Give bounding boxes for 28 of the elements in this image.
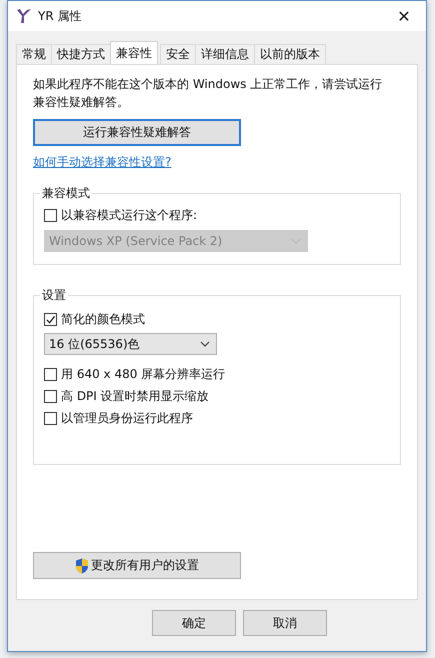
dialog-button[interactable]: 确定 [152,610,236,636]
help-link[interactable]: 如何手动选择兼容性设置? [33,154,172,171]
checkbox-label[interactable]: 用 640 x 480 屏幕分辨率运行 [61,366,226,382]
group-title: 兼容模式 [41,185,91,202]
checkbox[interactable] [44,412,57,424]
troubleshoot-button[interactable]: 运行兼容性疑难解答 [33,119,241,146]
description-text: 如果此程序不能在这个版本的 Windows 上正常工作，请尝试运行兼容性疑难解答。 [33,76,384,111]
tab[interactable]: 以前的版本 [254,44,326,64]
app-icon [16,8,32,24]
checkbox-label[interactable]: 简化的颜色模式 [61,310,145,328]
dialog-button[interactable]: 取消 [243,610,327,636]
group-title: 设置 [41,287,67,304]
tab[interactable]: 常规 [16,44,52,64]
checkbox[interactable] [44,368,57,380]
checkbox[interactable] [44,312,57,326]
window-title: YR 属性 [38,8,82,24]
shield-icon [75,558,89,574]
tab[interactable]: 兼容性 [110,41,158,64]
chevron-down-icon [200,341,210,347]
close-button[interactable]: ✕ [382,1,426,31]
checkbox[interactable] [44,390,57,402]
checkbox[interactable] [44,208,57,222]
checkbox-label[interactable]: 以管理员身份运行此程序 [61,410,193,426]
checkbox-label[interactable]: 以兼容模式运行这个程序: [61,206,198,224]
change-all-users-button[interactable]: 更改所有用户的设置 [33,552,241,579]
checkbox-label[interactable]: 高 DPI 设置时禁用显示缩放 [61,388,209,404]
tab[interactable]: 安全 [160,44,196,64]
dropdown[interactable]: 16 位(65536)色 [44,333,217,355]
